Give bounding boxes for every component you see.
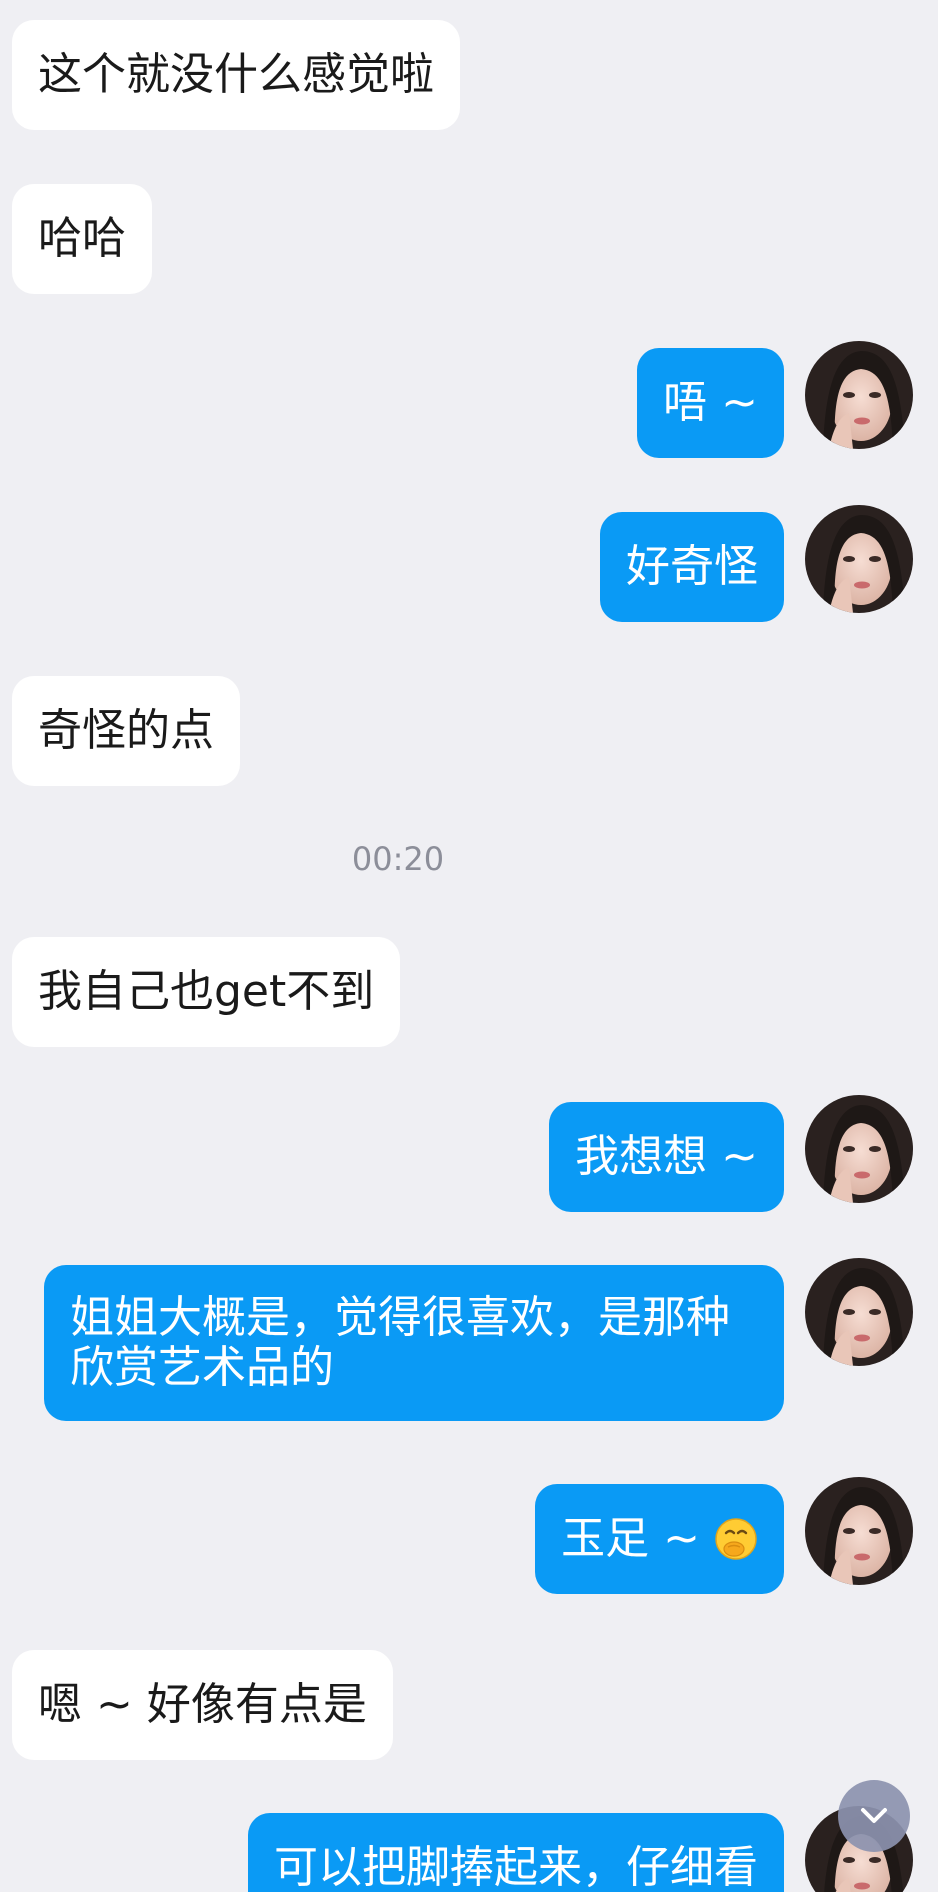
user-avatar[interactable]	[805, 341, 913, 449]
message-text: 哈哈	[38, 213, 126, 264]
outgoing-message-bubble[interactable]: 可以把脚捧起来，仔细看	[248, 1813, 784, 1892]
message-text: 可以把脚捧起来，仔细看	[274, 1842, 758, 1892]
chevron-down-icon	[861, 1808, 887, 1823]
incoming-message-bubble[interactable]: 哈哈	[12, 184, 152, 294]
message-timestamp: 00:20	[351, 840, 445, 878]
chat-message-list[interactable]: 这个就没什么感觉啦 哈哈 唔 ~ 好奇怪 奇怪的点 00:20 我自己也get不…	[0, 0, 938, 1892]
message-text: 好奇怪	[626, 541, 758, 592]
incoming-message-bubble[interactable]: 奇怪的点	[12, 676, 240, 786]
message-text: 玉足 ~	[561, 1513, 700, 1564]
scroll-to-bottom-button[interactable]	[838, 1780, 910, 1852]
user-avatar[interactable]	[805, 1258, 913, 1366]
outgoing-message-bubble[interactable]: 姐姐大概是，觉得很喜欢，是那种欣赏艺术品的	[44, 1265, 784, 1421]
message-text: 唔 ~	[663, 377, 758, 428]
outgoing-message-bubble[interactable]: 唔 ~	[637, 348, 784, 458]
outgoing-message-bubble[interactable]: 好奇怪	[600, 512, 784, 622]
incoming-message-bubble[interactable]: 这个就没什么感觉啦	[12, 20, 460, 130]
user-avatar[interactable]	[805, 1095, 913, 1203]
message-text: 这个就没什么感觉啦	[38, 49, 434, 100]
message-text: 姐姐大概是，觉得很喜欢，是那种欣赏艺术品的	[70, 1292, 730, 1393]
incoming-message-bubble[interactable]: 嗯 ~ 好像有点是	[12, 1650, 393, 1760]
message-text: 我自己也get不到	[38, 966, 375, 1017]
message-text: 奇怪的点	[38, 705, 214, 756]
outgoing-message-bubble[interactable]: 玉足 ~	[535, 1484, 784, 1594]
face-with-hand-over-mouth-icon	[714, 1517, 758, 1561]
incoming-message-bubble[interactable]: 我自己也get不到	[12, 937, 401, 1047]
message-text: 嗯 ~ 好像有点是	[38, 1679, 367, 1730]
user-avatar[interactable]	[805, 1477, 913, 1585]
message-text: 我想想 ~	[575, 1131, 758, 1182]
user-avatar[interactable]	[805, 505, 913, 613]
outgoing-message-bubble[interactable]: 我想想 ~	[549, 1102, 784, 1212]
